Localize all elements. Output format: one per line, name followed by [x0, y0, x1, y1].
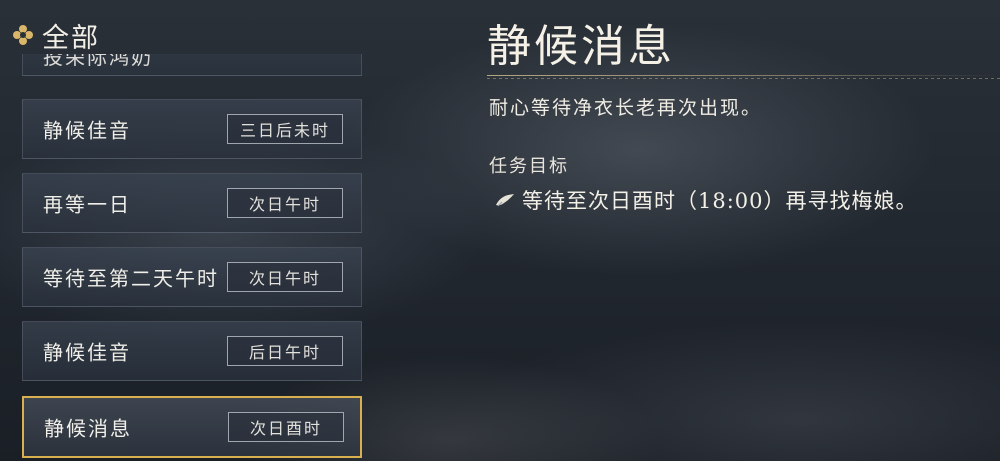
quest-item-name: 再等一日	[43, 192, 131, 217]
quest-time-badge: 三日后未时	[227, 114, 343, 144]
quest-item-name: 等待至第二天午时	[43, 266, 219, 291]
quest-item-name: 静候佳音	[43, 340, 131, 365]
quest-description: 耐心等待净衣长老再次出现。	[489, 97, 763, 119]
quest-filter-all[interactable]: 全部	[12, 14, 100, 56]
quest-list[interactable]: 投荣际鸿奶 静候佳音 三日后未时 再等一日 次日午时 等待至第二天午时 次日午时…	[12, 54, 372, 461]
quest-item[interactable]: 等待至第二天午时 次日午时	[22, 247, 362, 307]
quest-item[interactable]: 静候佳音 后日午时	[22, 321, 362, 381]
title-divider-dots	[487, 78, 1000, 79]
quest-item-partial[interactable]: 投荣际鸿奶	[22, 54, 362, 76]
quest-item-name: 静候佳音	[43, 118, 131, 143]
quest-item-name: 投荣际鸿奶	[43, 54, 153, 69]
title-divider	[487, 75, 1000, 76]
quest-item-selected[interactable]: 静候消息 次日酉时	[22, 396, 362, 458]
objective-text: 等待至次日酉时（18:00）再寻找梅娘。	[522, 189, 918, 213]
quest-time-badge: 次日午时	[227, 262, 343, 292]
quest-item[interactable]: 再等一日 次日午时	[22, 173, 362, 233]
quest-time-badge: 后日午时	[227, 336, 343, 366]
diamond-ornament-icon	[13, 25, 33, 45]
brush-stroke-icon	[496, 194, 514, 207]
quest-time-badge: 次日酉时	[228, 412, 344, 442]
objective-label: 任务目标	[489, 156, 569, 177]
quest-title: 静候消息	[487, 21, 675, 72]
quest-time-badge: 次日午时	[227, 188, 343, 218]
objective-item: 等待至次日酉时（18:00）再寻找梅娘。	[494, 185, 918, 215]
quest-item-name: 静候消息	[44, 416, 132, 441]
quest-filter-label: 全部	[42, 22, 100, 54]
quest-item[interactable]: 静候佳音 三日后未时	[22, 99, 362, 159]
